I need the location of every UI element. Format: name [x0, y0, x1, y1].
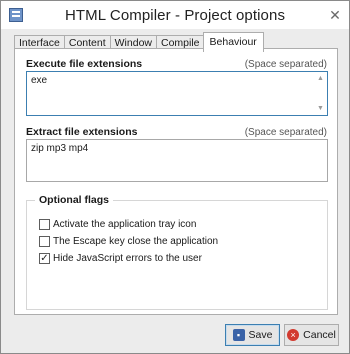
extract-extensions-field[interactable]: zip mp3 mp4	[26, 139, 328, 182]
scroll-down-icon[interactable]: ▼	[316, 104, 325, 113]
tab-strip: Interface Content Window Compile Behavio…	[14, 32, 264, 52]
optional-flags-group: Optional flags Activate the application …	[26, 194, 328, 310]
floppy-icon: ▪	[232, 329, 245, 341]
tab-behaviour[interactable]: Behaviour	[202, 32, 264, 52]
hide-js-errors-checkbox[interactable]: ✓	[39, 253, 50, 264]
title-bar: HTML Compiler - Project options ✕	[1, 1, 349, 29]
escape-key-option[interactable]: The Escape key close the application	[39, 235, 218, 248]
behaviour-panel: Execute file extensions (Space separated…	[14, 48, 338, 315]
optional-flags-title: Optional flags	[35, 194, 114, 206]
extract-extensions-value: zip mp3 mp4	[31, 143, 89, 154]
execute-extensions-value: exe	[31, 75, 48, 86]
escape-key-checkbox[interactable]	[39, 236, 50, 247]
escape-key-label: The Escape key close the application	[53, 236, 219, 247]
save-button[interactable]: ▪ Save	[225, 324, 280, 346]
hide-js-errors-label: Hide JavaScript errors to the user	[53, 253, 202, 264]
execute-extensions-hint: (Space separated)	[244, 59, 327, 70]
save-label: Save	[248, 329, 273, 341]
cancel-icon: ×	[287, 329, 300, 341]
execute-extensions-field[interactable]: exe ▲ ▼	[26, 71, 328, 116]
extract-extensions-label: Extract file extensions	[26, 126, 138, 138]
project-options-window: HTML Compiler - Project options ✕ Interf…	[0, 0, 350, 354]
tray-icon-checkbox[interactable]	[39, 219, 50, 230]
close-icon[interactable]: ✕	[327, 7, 343, 23]
hide-js-errors-option[interactable]: ✓ Hide JavaScript errors to the user	[39, 252, 202, 265]
execute-extensions-label: Execute file extensions	[26, 58, 143, 70]
tray-icon-option[interactable]: Activate the application tray icon	[39, 218, 196, 231]
cancel-button[interactable]: × Cancel	[284, 324, 339, 346]
scroll-up-icon[interactable]: ▲	[316, 74, 325, 83]
cancel-label: Cancel	[303, 329, 336, 341]
extract-extensions-hint: (Space separated)	[244, 127, 327, 138]
tray-icon-label: Activate the application tray icon	[53, 219, 197, 230]
window-title: HTML Compiler - Project options	[64, 7, 286, 24]
